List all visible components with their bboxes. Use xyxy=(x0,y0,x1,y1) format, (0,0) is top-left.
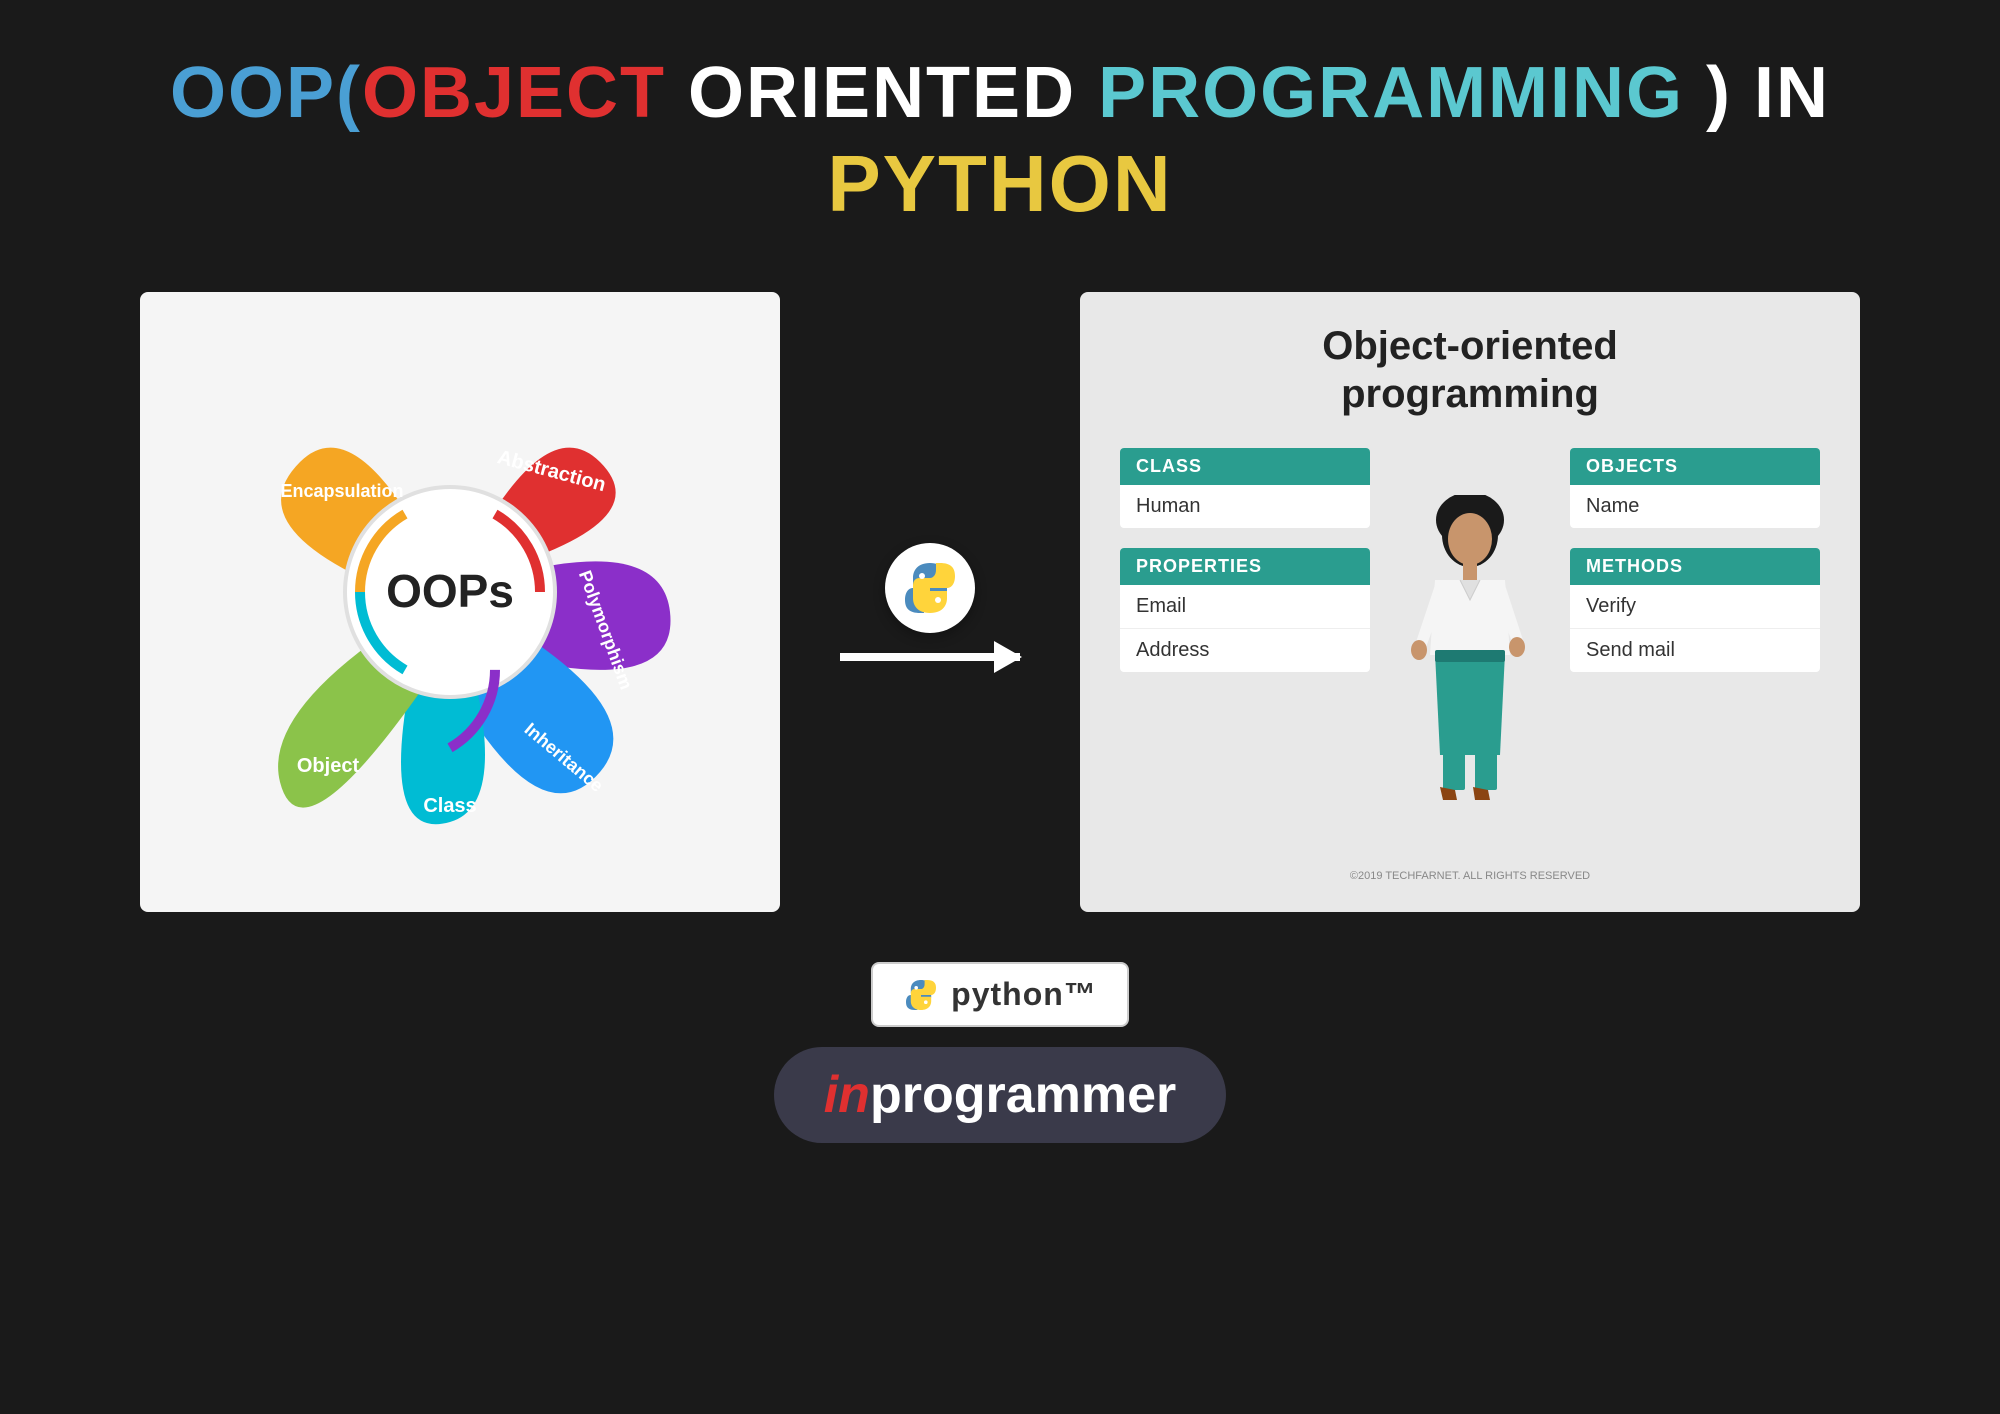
copyright: ©2019 TECHFARNET. ALL RIGHTS RESERVED xyxy=(1350,870,1590,882)
properties-box: PROPERTIES Email Address xyxy=(1120,548,1370,672)
title-line1: OOP(OBJECT ORIENTED PROGRAMMING ) IN xyxy=(170,50,1830,136)
properties-box-header: PROPERTIES xyxy=(1120,548,1370,585)
footer-section: python™ in programmer xyxy=(774,962,1227,1143)
title-section: OOP(OBJECT ORIENTED PROGRAMMING ) IN PYT… xyxy=(170,50,1830,232)
main-content: OOPs Encapsulation Abstraction Polymorph… xyxy=(0,292,2000,912)
objects-box-item-name: Name xyxy=(1570,485,1820,528)
objects-box-header: OBJECTS xyxy=(1570,448,1820,485)
inprogrammer-badge: in programmer xyxy=(774,1047,1227,1143)
python-badge-text: python™ xyxy=(951,976,1097,1013)
title-programming: PROGRAMMING xyxy=(1098,53,1684,133)
python-logo-svg xyxy=(900,558,960,618)
title-oop: OOP( xyxy=(170,53,362,133)
methods-box-item-verify: Verify xyxy=(1570,585,1820,629)
methods-box-header: METHODS xyxy=(1570,548,1820,585)
in-text: in xyxy=(824,1065,870,1125)
title-object: OBJECT xyxy=(362,53,666,133)
right-arrow xyxy=(840,653,1020,661)
oops-svg: OOPs Encapsulation Abstraction Polymorph… xyxy=(180,322,720,862)
oop-content: CLASS Human PROPERTIES Email Address xyxy=(1120,448,1820,862)
properties-box-item-address: Address xyxy=(1120,629,1370,672)
class-box-header: CLASS xyxy=(1120,448,1370,485)
svg-text:Encapsulation: Encapsulation xyxy=(280,481,403,501)
title-oriented: ORIENTED xyxy=(666,53,1098,133)
python-badge-logo xyxy=(903,977,939,1013)
class-box: CLASS Human xyxy=(1120,448,1370,528)
svg-text:Class: Class xyxy=(423,795,476,817)
methods-box-item-sendmail: Send mail xyxy=(1570,629,1820,672)
oop-left-col: CLASS Human PROPERTIES Email Address xyxy=(1120,448,1370,862)
left-panel: OOPs Encapsulation Abstraction Polymorph… xyxy=(140,292,780,912)
oop-center-col xyxy=(1390,448,1550,862)
programmer-text: programmer xyxy=(870,1065,1176,1125)
objects-box: OBJECTS Name xyxy=(1570,448,1820,528)
svg-text:Object: Object xyxy=(297,755,360,777)
human-figure-svg xyxy=(1405,495,1535,815)
oop-title: Object-orientedprogramming xyxy=(1322,322,1618,418)
oops-diagram: OOPs Encapsulation Abstraction Polymorph… xyxy=(180,322,740,882)
right-panel: Object-orientedprogramming CLASS Human P… xyxy=(1080,292,1860,912)
arrow-section xyxy=(840,543,1020,661)
methods-box: METHODS Verify Send mail xyxy=(1570,548,1820,672)
python-badge: python™ xyxy=(871,962,1129,1027)
class-box-item-human: Human xyxy=(1120,485,1370,528)
properties-box-item-email: Email xyxy=(1120,585,1370,629)
title-python: PYTHON xyxy=(170,136,1830,232)
oop-right-col: OBJECTS Name METHODS Verify Send mail xyxy=(1570,448,1820,862)
svg-text:OOPs: OOPs xyxy=(386,565,514,617)
title-in: ) IN xyxy=(1684,53,1830,133)
python-logo-arrow xyxy=(885,543,975,633)
human-figure xyxy=(1400,485,1540,825)
